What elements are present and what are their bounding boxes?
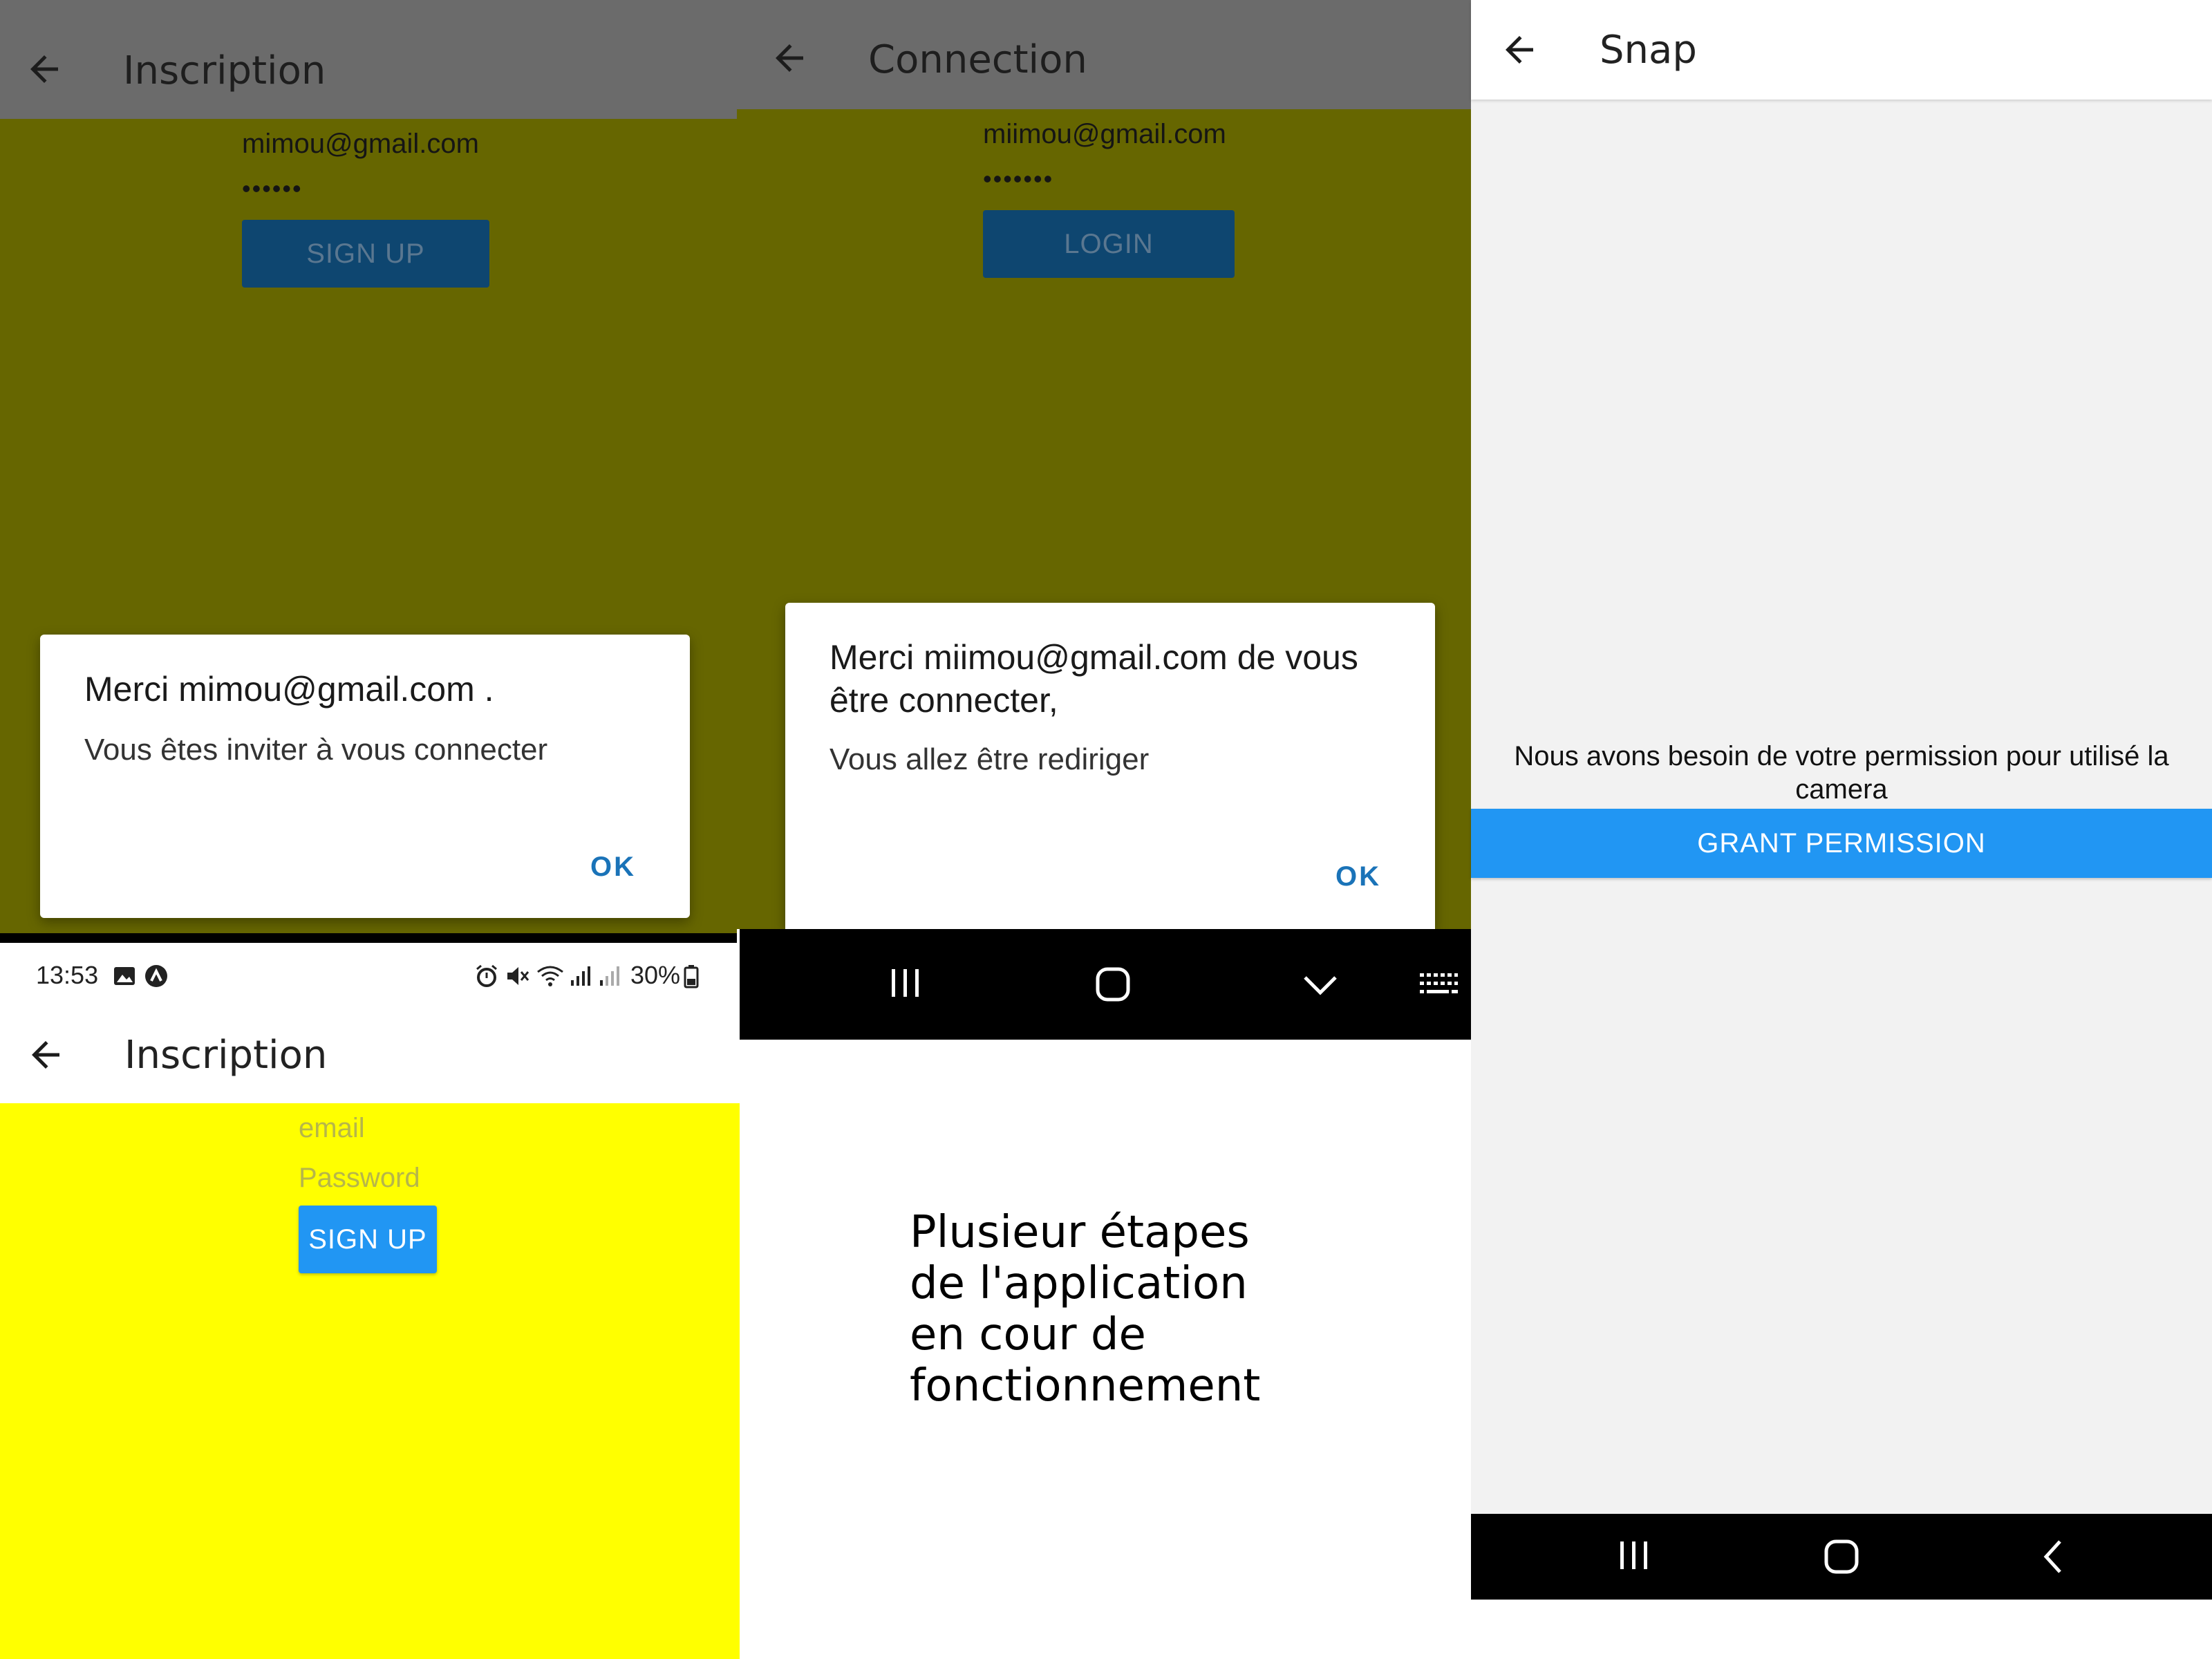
wifi-icon	[536, 964, 564, 992]
back-arrow-icon[interactable]	[24, 48, 65, 90]
home-icon[interactable]	[1822, 1537, 1861, 1576]
caption-line: en cour de	[910, 1309, 1146, 1360]
signal-icon	[599, 964, 621, 992]
app-bar: Connection	[737, 0, 1471, 109]
caption-line: fonctionnement	[910, 1360, 1261, 1412]
dialog-message: Vous allez être rediriger	[830, 742, 1150, 776]
keyboard-icon[interactable]	[1417, 968, 1459, 1001]
caption-text: Plusieur étapes de l'application en cour…	[910, 1207, 1260, 1412]
caption-line: de l'application	[910, 1258, 1248, 1309]
app-icon	[144, 964, 169, 992]
recents-icon[interactable]	[1616, 1537, 1652, 1573]
status-bar: 13:53 30%	[0, 943, 740, 1009]
sign-up-button[interactable]: SIGN UP	[299, 1206, 437, 1273]
panel-snap: Snap Nous avons besoin de votre permissi…	[1471, 0, 2212, 1598]
panel-connection-dialog: Connection miimou@gmail.com ••••••• LOGI…	[737, 0, 1471, 929]
email-field[interactable]: mimou@gmail.com	[242, 129, 479, 160]
mute-icon	[505, 964, 529, 992]
panel-inscription-form: 13:53 30% Inscription email Password SIG…	[0, 943, 740, 1659]
recents-icon[interactable]	[888, 965, 924, 1001]
page-title: Connection	[868, 37, 1087, 82]
password-input[interactable]: Password	[299, 1163, 420, 1194]
caption-line: Plusieur étapes	[910, 1207, 1250, 1258]
panel-inscription-dialog: Inscription mimou@gmail.com •••••• SIGN …	[0, 0, 737, 940]
battery-percentage: 30%	[630, 961, 681, 989]
login-button[interactable]: LOGIN	[983, 210, 1235, 278]
sign-up-button[interactable]: SIGN UP	[242, 220, 489, 288]
password-field[interactable]: ••••••	[242, 174, 303, 203]
battery-icon	[683, 964, 700, 992]
app-bar: Snap	[1471, 0, 2212, 100]
dialog-title: Merci miimou@gmail.com de vous être conn…	[830, 638, 1358, 720]
image-icon	[112, 964, 137, 992]
dialog-title: Merci mimou@gmail.com .	[84, 670, 494, 709]
confirmation-dialog: Merci miimou@gmail.com de vous être conn…	[785, 603, 1435, 929]
back-chevron-icon[interactable]	[2035, 1537, 2074, 1576]
page-title: Inscription	[123, 48, 326, 93]
dialog-message: Vous êtes inviter à vous connecter	[84, 733, 548, 767]
grant-permission-button[interactable]: GRANT PERMISSION	[1471, 809, 2212, 878]
page-title: Inscription	[124, 1033, 328, 1078]
app-bar: Inscription	[0, 1009, 740, 1103]
page-title: Snap	[1600, 28, 1697, 73]
alarm-icon	[474, 964, 499, 992]
dialog-ok-button[interactable]: OK	[590, 852, 636, 883]
chevron-down-icon[interactable]	[1301, 968, 1340, 1001]
permission-message: Nous avons besoin de votre permission po…	[1514, 741, 2169, 805]
back-arrow-icon[interactable]	[25, 1034, 66, 1076]
home-icon[interactable]	[1094, 965, 1132, 1004]
caption-area: Plusieur étapes de l'application en cour…	[740, 1040, 1471, 1659]
password-field[interactable]: •••••••	[983, 165, 1053, 194]
status-time: 13:53	[36, 961, 99, 989]
app-bar: Inscription	[0, 0, 737, 119]
email-input[interactable]: email	[299, 1113, 365, 1144]
divider	[0, 933, 737, 943]
system-navigation-bar	[740, 929, 1471, 1040]
dialog-ok-button[interactable]: OK	[1335, 861, 1381, 892]
signal-icon	[570, 964, 592, 992]
back-arrow-icon[interactable]	[769, 37, 810, 79]
email-field[interactable]: miimou@gmail.com	[983, 119, 1226, 150]
system-navigation-bar	[1471, 1514, 2212, 1600]
confirmation-dialog: Merci mimou@gmail.com . Vous êtes invite…	[40, 635, 690, 918]
back-arrow-icon[interactable]	[1499, 29, 1540, 71]
